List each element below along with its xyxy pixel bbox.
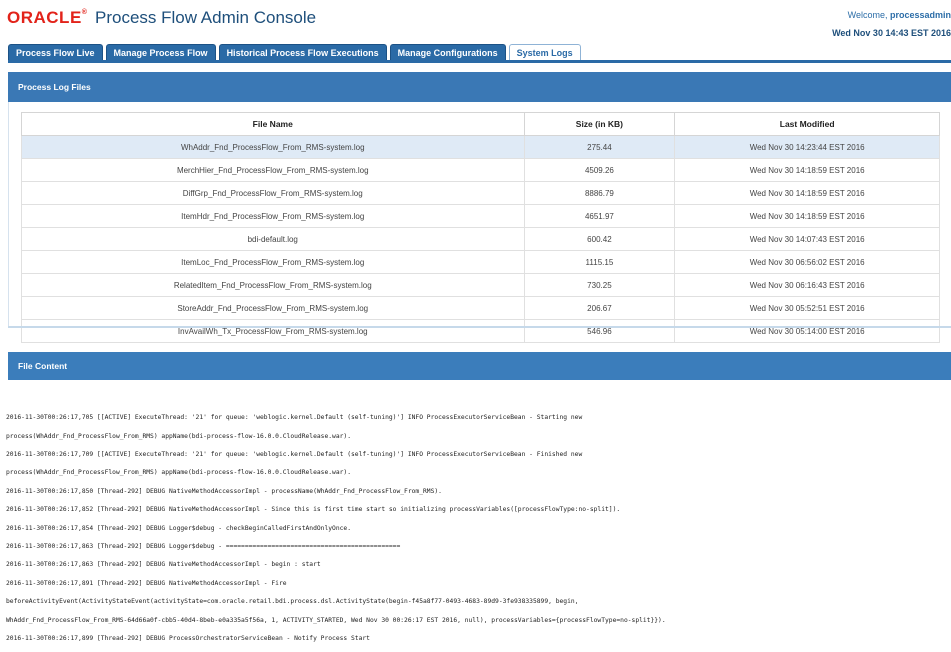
file-name-cell[interactable]: WhAddr_Fnd_ProcessFlow_From_RMS-system.l…: [21, 135, 525, 159]
table-row[interactable]: ItemLoc_Fnd_ProcessFlow_From_RMS-system.…: [21, 250, 940, 274]
log-line: 2016-11-30T00:26:17,899 [Thread-292] DEB…: [6, 635, 370, 643]
current-datetime: Wed Nov 30 14:43 EST 2016: [832, 28, 951, 38]
app-title: Process Flow Admin Console: [95, 8, 317, 27]
log-line: 2016-11-30T00:26:17,705 [[ACTIVE] Execut…: [6, 414, 583, 422]
column-header-last-modified[interactable]: Last Modified: [674, 112, 940, 136]
file-size-cell: 8886.79: [523, 181, 676, 205]
tab-historical-executions[interactable]: Historical Process Flow Executions: [218, 44, 387, 61]
log-line: 2016-11-30T00:26:17,852 [Thread-292] DEB…: [6, 506, 621, 514]
log-line: 2016-11-30T00:26:17,863 [Thread-292] DEB…: [6, 561, 321, 569]
log-line: 2016-11-30T00:26:17,891 [Thread-292] DEB…: [6, 579, 287, 587]
file-size-cell: 4651.97: [523, 204, 676, 228]
process-log-files-header: Process Log Files: [8, 72, 951, 102]
file-name-cell[interactable]: MerchHier_Fnd_ProcessFlow_From_RMS-syste…: [21, 158, 525, 182]
last-modified-cell: Wed Nov 30 05:52:51 EST 2016: [674, 296, 940, 320]
log-line: WhAddr_Fnd_ProcessFlow_From_RMS-64d66a0f…: [6, 616, 666, 624]
file-size-cell: 275.44: [523, 135, 676, 159]
log-line: process(WhAddr_Fnd_ProcessFlow_From_RMS)…: [6, 432, 351, 440]
last-modified-cell: Wed Nov 30 14:07:43 EST 2016: [674, 227, 940, 251]
column-header-file-name[interactable]: File Name: [21, 112, 525, 136]
main-tabs: Process Flow Live Manage Process Flow Hi…: [8, 44, 581, 62]
tab-underline: [8, 60, 951, 63]
file-size-cell: 600.42: [523, 227, 676, 251]
file-name-cell[interactable]: ItemHdr_Fnd_ProcessFlow_From_RMS-system.…: [21, 204, 525, 228]
table-row[interactable]: StoreAddr_Fnd_ProcessFlow_From_RMS-syste…: [21, 296, 940, 320]
last-modified-cell: Wed Nov 30 14:18:59 EST 2016: [674, 181, 940, 205]
table-row[interactable]: MerchHier_Fnd_ProcessFlow_From_RMS-syste…: [21, 158, 940, 182]
last-modified-cell: Wed Nov 30 14:18:59 EST 2016: [674, 204, 940, 228]
last-modified-cell: Wed Nov 30 06:16:43 EST 2016: [674, 273, 940, 297]
file-content-header: File Content: [8, 352, 951, 380]
file-name-cell[interactable]: StoreAddr_Fnd_ProcessFlow_From_RMS-syste…: [21, 296, 525, 320]
log-line: 2016-11-30T00:26:17,709 [[ACTIVE] Execut…: [6, 451, 583, 459]
log-files-table: File Name Size (in KB) Last Modified WhA…: [21, 112, 940, 343]
file-name-cell[interactable]: RelatedItem_Fnd_ProcessFlow_From_RMS-sys…: [21, 273, 525, 297]
file-size-cell: 206.67: [523, 296, 676, 320]
welcome-text: Welcome, processadmin: [847, 10, 951, 20]
tab-manage-process-flow[interactable]: Manage Process Flow: [105, 44, 216, 61]
file-size-cell: 4509.26: [523, 158, 676, 182]
panel-divider: [8, 326, 951, 328]
table-header-row: File Name Size (in KB) Last Modified: [21, 112, 940, 136]
table-row[interactable]: bdi-default.log 600.42 Wed Nov 30 14:07:…: [21, 227, 940, 251]
column-header-size[interactable]: Size (in KB): [523, 112, 676, 136]
file-name-cell[interactable]: DiffGrp_Fnd_ProcessFlow_From_RMS-system.…: [21, 181, 525, 205]
log-line: process(WhAddr_Fnd_ProcessFlow_From_RMS)…: [6, 469, 351, 477]
app-header: ORACLE® Process Flow Admin Console Welco…: [0, 0, 951, 46]
table-row[interactable]: DiffGrp_Fnd_ProcessFlow_From_RMS-system.…: [21, 181, 940, 205]
table-row[interactable]: WhAddr_Fnd_ProcessFlow_From_RMS-system.l…: [21, 135, 940, 159]
log-line: 2016-11-30T00:26:17,850 [Thread-292] DEB…: [6, 487, 442, 495]
tab-process-flow-live[interactable]: Process Flow Live: [8, 44, 103, 61]
last-modified-cell: Wed Nov 30 05:14:00 EST 2016: [674, 319, 940, 343]
file-size-cell: 1115.15: [523, 250, 676, 274]
table-row[interactable]: ItemHdr_Fnd_ProcessFlow_From_RMS-system.…: [21, 204, 940, 228]
username: processadmin: [889, 10, 951, 20]
log-line: 2016-11-30T00:26:17,863 [Thread-292] DEB…: [6, 543, 401, 551]
file-name-cell[interactable]: bdi-default.log: [21, 227, 525, 251]
file-name-cell[interactable]: InvAvailWh_Tx_ProcessFlow_From_RMS-syste…: [21, 319, 525, 343]
oracle-logo: ORACLE®: [7, 8, 88, 27]
last-modified-cell: Wed Nov 30 14:18:59 EST 2016: [674, 158, 940, 182]
last-modified-cell: Wed Nov 30 14:23:44 EST 2016: [674, 135, 940, 159]
log-line: 2016-11-30T00:26:17,854 [Thread-292] DEB…: [6, 524, 351, 532]
log-line: beforeActivityEvent(ActivityStateEvent(a…: [6, 598, 579, 606]
table-row[interactable]: RelatedItem_Fnd_ProcessFlow_From_RMS-sys…: [21, 273, 940, 297]
table-row[interactable]: InvAvailWh_Tx_ProcessFlow_From_RMS-syste…: [21, 319, 940, 343]
process-log-files-panel: File Name Size (in KB) Last Modified WhA…: [8, 102, 951, 343]
file-size-cell: 546.96: [523, 319, 676, 343]
file-content-log[interactable]: 2016-11-30T00:26:17,705 [[ACTIVE] Execut…: [6, 404, 946, 652]
last-modified-cell: Wed Nov 30 06:56:02 EST 2016: [674, 250, 940, 274]
tab-manage-configurations[interactable]: Manage Configurations: [389, 44, 506, 61]
file-size-cell: 730.25: [523, 273, 676, 297]
file-name-cell[interactable]: ItemLoc_Fnd_ProcessFlow_From_RMS-system.…: [21, 250, 525, 274]
